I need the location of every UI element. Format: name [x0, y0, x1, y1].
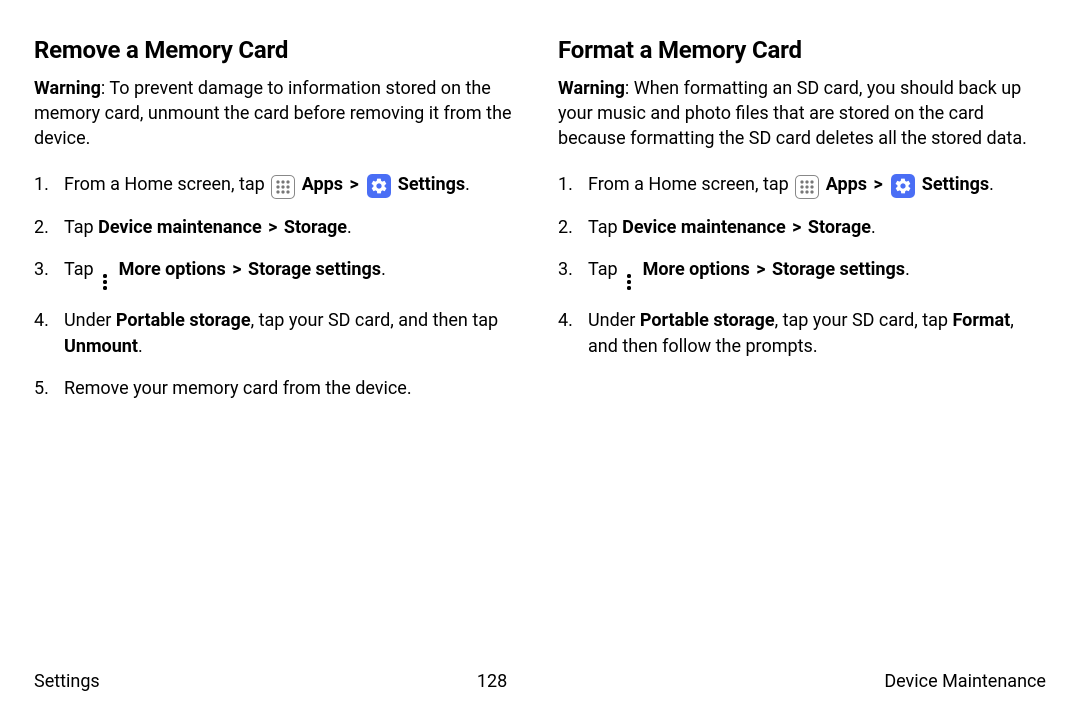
apps-label: Apps — [826, 174, 867, 195]
period: . — [138, 336, 143, 357]
remove-step-4: Under Portable storage, tap your SD card… — [34, 308, 522, 360]
format-steps: From a Home screen, tap Apps > Settings.… — [558, 172, 1046, 361]
step-text: From a Home screen, tap — [64, 174, 269, 195]
separator: > — [756, 259, 765, 280]
settings-label: Settings — [398, 174, 465, 195]
warning-label: Warning — [558, 78, 625, 99]
bold-text: Storage — [284, 217, 347, 238]
format-memory-card-section: Format a Memory Card Warning: When forma… — [558, 36, 1046, 418]
step-text: Tap — [64, 217, 98, 238]
format-step-1: From a Home screen, tap Apps > Settings. — [558, 172, 1046, 199]
separator: > — [232, 259, 241, 280]
footer-right: Device Maintenance — [884, 671, 1046, 692]
bold-text: Device maintenance — [98, 217, 262, 238]
remove-memory-card-section: Remove a Memory Card Warning: To prevent… — [34, 36, 522, 418]
footer-page-number: 128 — [477, 671, 507, 692]
separator: > — [350, 174, 359, 195]
period: . — [989, 174, 994, 195]
step-text: Tap — [588, 259, 622, 280]
remove-step-3: Tap More options > Storage settings. — [34, 257, 522, 292]
bold-text: Storage settings — [248, 259, 381, 280]
settings-icon — [367, 174, 391, 198]
bold-text: Storage — [808, 217, 871, 238]
period: . — [347, 217, 352, 238]
bold-text: Storage settings — [772, 259, 905, 280]
bold-text: More options — [119, 259, 226, 280]
format-heading: Format a Memory Card — [558, 36, 1046, 64]
separator: > — [268, 217, 277, 238]
bold-text: Portable storage — [116, 310, 251, 331]
bold-text: Portable storage — [640, 310, 775, 331]
apps-icon — [795, 175, 819, 199]
remove-step-2: Tap Device maintenance > Storage. — [34, 215, 522, 241]
remove-heading: Remove a Memory Card — [34, 36, 522, 64]
more-options-icon — [98, 272, 112, 292]
warning-label: Warning — [34, 78, 101, 99]
step-text: , tap your SD card, and then tap — [251, 310, 499, 331]
bold-text: Unmount — [64, 336, 138, 357]
step-text: Remove your memory card from the device. — [64, 378, 412, 399]
format-step-2: Tap Device maintenance > Storage. — [558, 215, 1046, 241]
remove-warning: Warning: To prevent damage to informatio… — [34, 76, 522, 152]
step-text: Tap — [64, 259, 98, 280]
apps-icon — [271, 175, 295, 199]
apps-label: Apps — [302, 174, 343, 195]
period: . — [905, 259, 910, 280]
remove-steps: From a Home screen, tap Apps > Settings.… — [34, 172, 522, 403]
step-text: Under — [64, 310, 116, 331]
format-step-3: Tap More options > Storage settings. — [558, 257, 1046, 292]
more-options-icon — [622, 272, 636, 292]
page-footer: Settings 128 Device Maintenance — [34, 671, 1046, 692]
warning-text: : To prevent damage to information store… — [34, 78, 512, 149]
format-step-4: Under Portable storage, tap your SD card… — [558, 308, 1046, 360]
bold-text: Device maintenance — [622, 217, 786, 238]
warning-text: : When formatting an SD card, you should… — [558, 78, 1027, 149]
remove-step-5: Remove your memory card from the device. — [34, 376, 522, 402]
step-text: Tap — [588, 217, 622, 238]
step-text: From a Home screen, tap — [588, 174, 793, 195]
step-text: Under — [588, 310, 640, 331]
separator: > — [792, 217, 801, 238]
bold-text: More options — [643, 259, 750, 280]
settings-icon — [891, 174, 915, 198]
period: . — [465, 174, 470, 195]
period: . — [871, 217, 876, 238]
remove-step-1: From a Home screen, tap Apps > Settings. — [34, 172, 522, 199]
format-warning: Warning: When formatting an SD card, you… — [558, 76, 1046, 152]
period: . — [381, 259, 386, 280]
separator: > — [874, 174, 883, 195]
bold-text: Format — [952, 310, 1010, 331]
step-text: , tap your SD card, tap — [775, 310, 953, 331]
settings-label: Settings — [922, 174, 989, 195]
footer-left: Settings — [34, 671, 100, 692]
